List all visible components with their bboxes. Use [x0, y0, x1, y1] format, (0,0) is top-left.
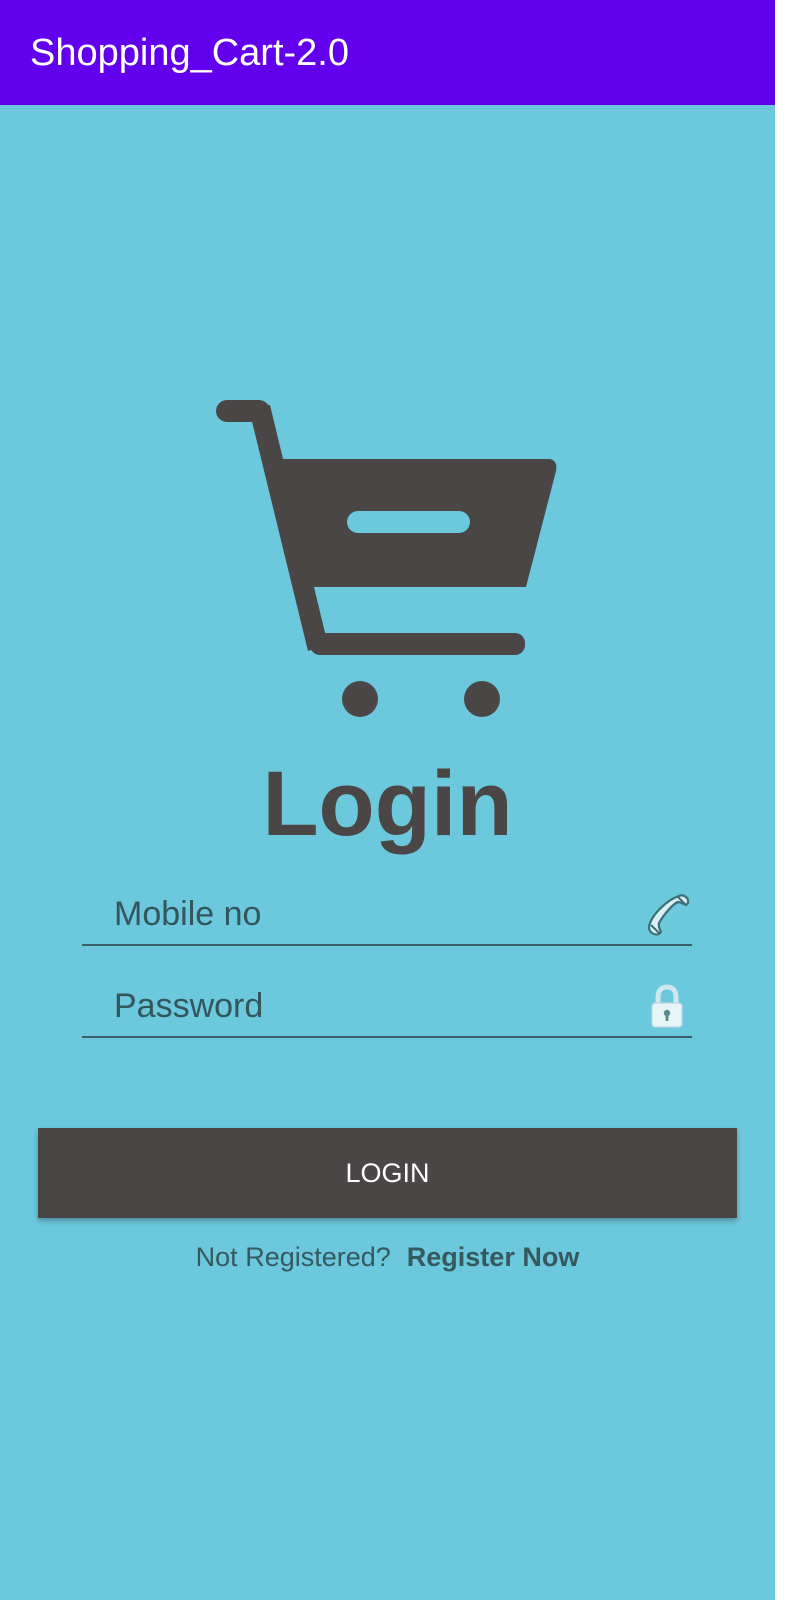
phone-icon [647, 894, 690, 936]
register-prompt-row: Not Registered? Register Now [0, 1242, 775, 1273]
shopping-cart-icon [216, 400, 557, 717]
not-registered-text: Not Registered? [195, 1242, 391, 1272]
register-now-link[interactable]: Register Now [407, 1242, 580, 1272]
mobile-field [82, 886, 692, 946]
lock-icon [651, 984, 683, 1028]
login-screen: Shopping_Cart-2.0 Login Mobile no LOGIN … [0, 0, 775, 1600]
mobile-input[interactable] [114, 886, 624, 942]
app-title: Shopping_Cart-2.0 [30, 32, 349, 74]
password-input[interactable] [114, 978, 624, 1034]
login-button[interactable]: LOGIN [38, 1128, 737, 1218]
password-field [82, 978, 692, 1038]
app-bar: Shopping_Cart-2.0 [0, 0, 775, 105]
page-title: Login [262, 753, 513, 855]
